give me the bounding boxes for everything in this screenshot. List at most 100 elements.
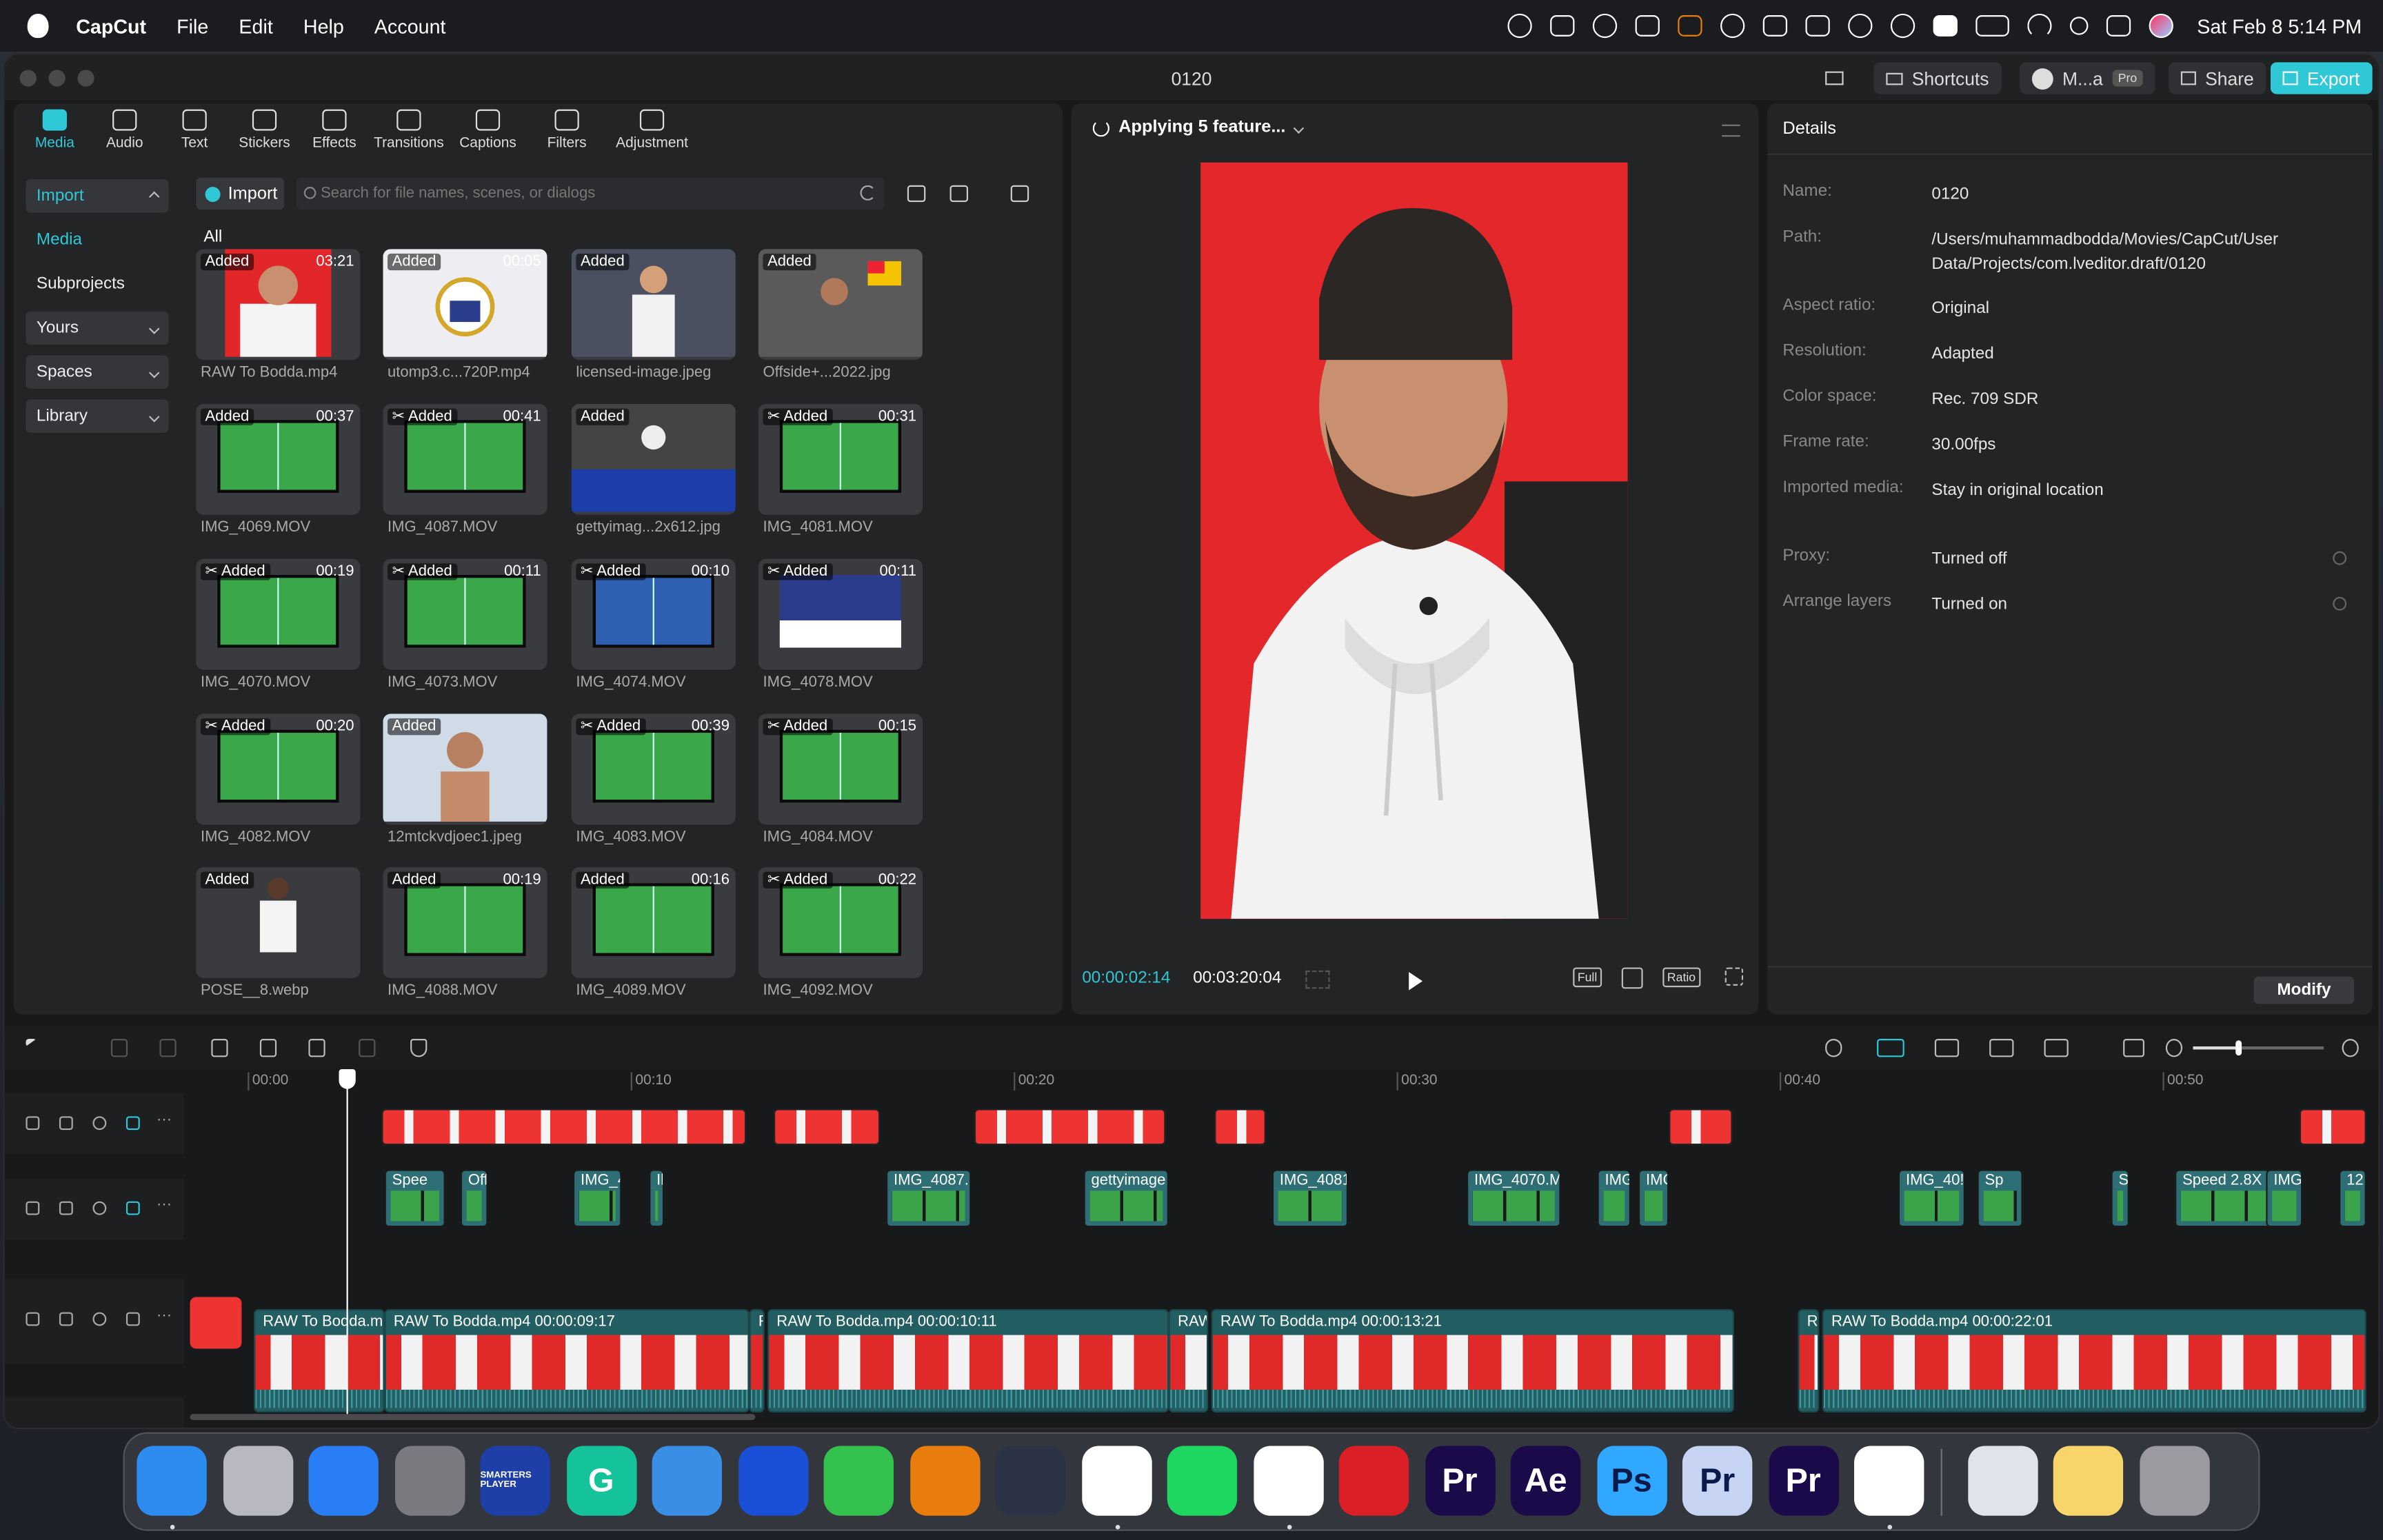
full-button[interactable]: Full <box>1573 967 1602 988</box>
timeline-ruler[interactable]: 00:00 00:10 00:20 00:30 00:40 00:50 <box>248 1072 2375 1093</box>
main-video-clip[interactable]: RAW To Bodda.mp4 00:00:22:01 <box>1822 1309 2366 1412</box>
ratio-button[interactable]: Ratio <box>1662 967 1700 988</box>
account-button[interactable]: M...a Pro <box>2020 62 2155 94</box>
media-item[interactable]: ✂ Added 00:11 <box>758 558 923 670</box>
import-button[interactable]: Import <box>196 177 285 210</box>
tab-text[interactable]: Text <box>159 103 229 158</box>
speaker-icon[interactable] <box>125 1312 140 1326</box>
overlay-clip[interactable]: gettyimage <box>1083 1169 1169 1228</box>
airdrop-icon[interactable] <box>1847 13 1872 39</box>
applying-status[interactable]: Applying 5 feature... <box>1092 119 1305 136</box>
media-item[interactable]: Added 00:19 <box>383 867 547 978</box>
cover-icon[interactable] <box>26 1201 40 1215</box>
modify-button[interactable]: Modify <box>2253 976 2355 1004</box>
sidebar-item-spaces[interactable]: Spaces <box>26 355 169 389</box>
media-item[interactable]: ✂ Added 00:11 <box>383 558 547 670</box>
timecode-grid-icon[interactable] <box>1305 970 1330 989</box>
a-square-icon[interactable] <box>1549 15 1574 37</box>
app-menu[interactable]: CapCut <box>76 14 146 37</box>
link-icon[interactable] <box>1989 1038 2014 1057</box>
wifi-icon[interactable] <box>2027 13 2051 39</box>
fit-icon[interactable] <box>1621 967 1643 989</box>
tab-stickers[interactable]: Stickers <box>230 103 299 158</box>
media-item[interactable]: Added <box>758 249 923 361</box>
video-preview[interactable] <box>1200 162 1628 919</box>
keyboard-a-icon[interactable] <box>1932 15 1957 37</box>
overlay-clip[interactable]: Off <box>460 1169 488 1228</box>
layout-icon[interactable] <box>1813 62 1856 94</box>
openai-icon[interactable] <box>1507 13 1531 39</box>
tab-captions[interactable]: Captions <box>448 103 527 158</box>
apple-menu-icon[interactable] <box>27 13 49 39</box>
help-icon[interactable] <box>2333 596 2347 611</box>
app-store-icon[interactable] <box>308 1446 379 1516</box>
security-shield-icon[interactable] <box>738 1446 808 1516</box>
tab-media[interactable]: Media <box>20 103 90 158</box>
menu-icon[interactable] <box>1722 124 1740 137</box>
more-icon[interactable]: ··· <box>157 1112 172 1128</box>
menu-file[interactable]: File <box>177 14 208 37</box>
creative-cloud-icon[interactable] <box>1338 1446 1409 1516</box>
facetime-icon[interactable] <box>823 1446 894 1516</box>
overlay-clip[interactable]: 12 <box>2339 1169 2366 1228</box>
media-item[interactable]: ✂ Added 00:31 <box>758 404 923 515</box>
overlay-clip[interactable]: IMG_4087.I <box>885 1169 972 1228</box>
cloud-sync-icon[interactable] <box>1634 15 1659 37</box>
grammarly-icon[interactable] <box>1592 13 1617 39</box>
shazam-icon[interactable] <box>1720 13 1744 39</box>
eye-icon[interactable] <box>92 1312 107 1326</box>
media-item[interactable]: ✂ Added 00:15 <box>758 713 923 825</box>
media-search-input[interactable]: Search for file names, scenes, or dialog… <box>296 177 885 210</box>
sidebar-item-import[interactable]: Import <box>26 179 169 213</box>
grid-view-icon[interactable] <box>907 185 926 203</box>
video-clip[interactable] <box>974 1108 1166 1146</box>
sidebar-item-yours[interactable]: Yours <box>26 311 169 345</box>
more-icon[interactable]: ··· <box>157 1197 172 1213</box>
tab-filters[interactable]: Filters <box>527 103 607 158</box>
main-video-clip[interactable]: RAW To Bodda.mp4 00:00:13:21 <box>1211 1309 1734 1412</box>
media-item[interactable]: Added <box>196 867 361 978</box>
search-icon[interactable] <box>2069 17 2088 35</box>
tab-effects[interactable]: Effects <box>299 103 369 158</box>
zoom-slider[interactable] <box>2193 1040 2324 1056</box>
media-item[interactable]: Added <box>571 249 736 361</box>
chrome-icon[interactable] <box>1854 1446 1924 1516</box>
undo-icon[interactable] <box>110 1038 128 1057</box>
sidebar-item-media[interactable]: Media <box>26 223 168 256</box>
split-icon[interactable] <box>211 1038 228 1057</box>
media-item[interactable]: Added 03:21 <box>196 249 361 361</box>
media-item[interactable]: Added 00:16 <box>571 867 736 978</box>
video-clip[interactable] <box>1214 1108 1267 1146</box>
tab-transitions[interactable]: Transitions <box>370 103 449 158</box>
sidebar-item-subprojects[interactable]: Subprojects <box>26 267 168 301</box>
overlay-clip[interactable]: IMG <box>1597 1169 1631 1228</box>
trim-right-icon[interactable] <box>308 1038 325 1057</box>
media-item[interactable]: Added <box>383 713 547 825</box>
media-item[interactable]: Added 00:37 <box>196 404 361 515</box>
overlay-clip[interactable]: IMG_4081 <box>1271 1169 1349 1228</box>
menu-edit[interactable]: Edit <box>239 14 272 37</box>
tab-adjustment[interactable]: Adjustment <box>606 103 697 158</box>
launchpad-icon[interactable] <box>222 1446 293 1516</box>
screen-icon[interactable] <box>2123 1038 2144 1057</box>
fullscreen-icon[interactable] <box>1725 967 1744 986</box>
finder-icon[interactable] <box>137 1446 207 1516</box>
main-video-clip[interactable]: RAW To Bodda.mp4 00:00:10:11 <box>767 1309 1169 1412</box>
spotify-icon[interactable] <box>1167 1446 1238 1516</box>
overlay-clip[interactable]: IMG_4 <box>572 1169 622 1228</box>
video-clip[interactable] <box>2299 1108 2366 1146</box>
overlay-clip[interactable]: Ik <box>649 1169 665 1228</box>
video-clip[interactable] <box>381 1108 747 1146</box>
video-clip[interactable] <box>773 1108 881 1146</box>
menu-help[interactable]: Help <box>303 14 344 37</box>
main-video-clip[interactable]: R <box>749 1309 765 1412</box>
media-item[interactable]: ✂ Added 00:39 <box>571 713 736 825</box>
photoshop-icon[interactable]: Ps <box>1596 1446 1667 1516</box>
clock[interactable]: Sat Feb 8 5:14 PM <box>2197 14 2362 37</box>
main-video-clip[interactable]: RAW To Bodda.mp4 00:00:09:17 <box>384 1309 750 1412</box>
sort-icon[interactable] <box>949 185 969 203</box>
xcode-icon[interactable] <box>652 1446 722 1516</box>
media-item[interactable]: ✂ Added 00:19 <box>196 558 361 670</box>
media-item[interactable]: ✂ Added 00:22 <box>758 867 923 978</box>
media-item[interactable]: ✂ Added 00:20 <box>196 713 361 825</box>
